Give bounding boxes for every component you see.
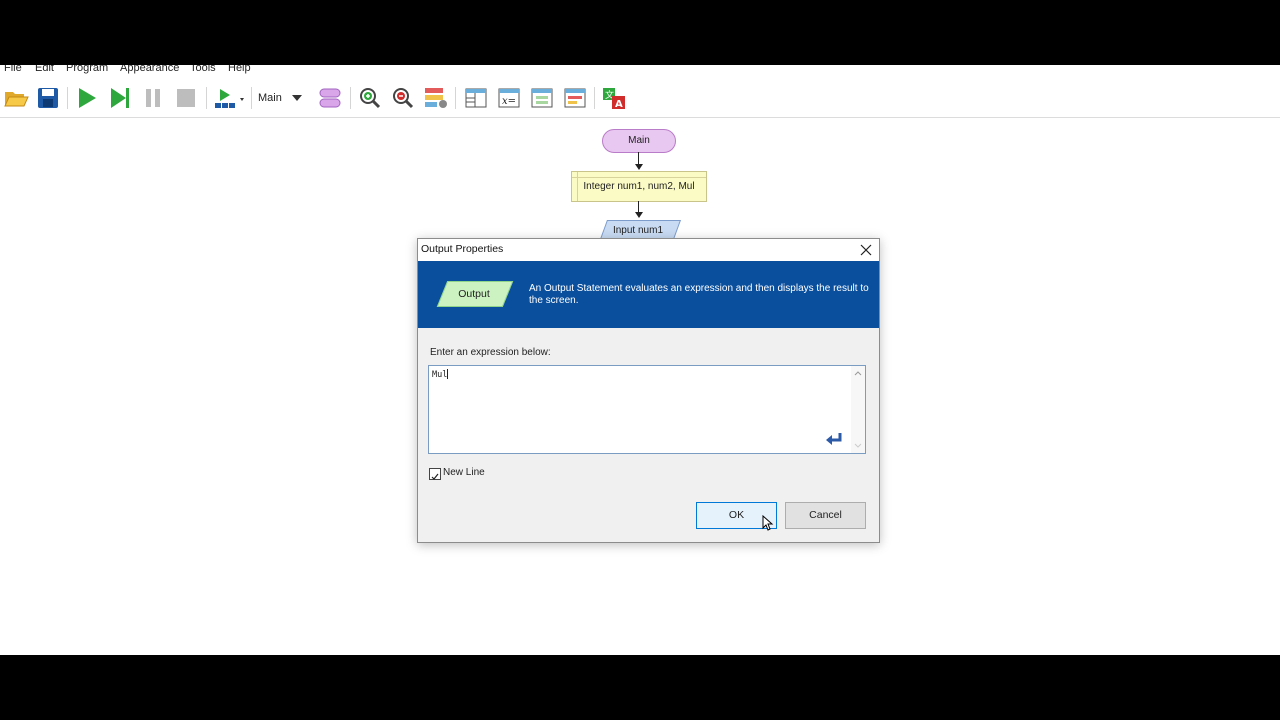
toolbar: Main x= 文A — [0, 81, 1280, 115]
output-panel-icon[interactable] — [528, 84, 556, 112]
newline-label[interactable]: New Line — [443, 467, 485, 478]
variables-panel-icon[interactable] — [462, 84, 490, 112]
cancel-button[interactable]: Cancel — [785, 502, 866, 529]
text-caret — [447, 369, 449, 379]
flowgorithm-window: File Edit Program Appearance Tools Help — [0, 65, 1280, 655]
menu-tools[interactable]: Tools — [190, 65, 216, 75]
function-selector-value: Main — [258, 92, 282, 104]
dialog-description: An Output Statement evaluates an express… — [529, 283, 869, 306]
flowchart-connector — [638, 152, 639, 164]
flowchart-start-shape[interactable]: Main — [602, 129, 676, 153]
arrow-down-icon — [635, 212, 643, 218]
chart-style-icon[interactable] — [422, 84, 450, 112]
close-icon[interactable] — [855, 239, 877, 261]
variable-watch-icon[interactable]: x= — [495, 84, 523, 112]
svg-text:A: A — [615, 99, 623, 110]
pause-icon[interactable] — [139, 84, 167, 112]
output-shape-label: Output — [458, 288, 490, 300]
output-properties-dialog: Output Properties Output An Output State… — [417, 238, 880, 543]
function-selector[interactable]: Main — [258, 89, 306, 107]
dialog-header: Output An Output Statement evaluates an … — [418, 261, 879, 328]
run-speed-icon[interactable] — [212, 84, 244, 112]
console-panel-icon[interactable] — [561, 84, 589, 112]
menu-file[interactable]: File — [4, 65, 22, 75]
zoom-out-icon[interactable] — [389, 84, 417, 112]
mouse-cursor-icon — [762, 514, 774, 531]
run-icon[interactable] — [73, 84, 101, 112]
open-folder-icon[interactable] — [2, 84, 30, 112]
menu-edit[interactable]: Edit — [35, 65, 54, 75]
chevron-down-icon — [292, 95, 302, 101]
menu-appearance[interactable]: Appearance — [120, 65, 179, 75]
expression-value: Mul — [432, 370, 448, 380]
step-icon[interactable] — [106, 84, 134, 112]
expression-scrollbar[interactable] — [851, 366, 865, 453]
svg-text:x=: x= — [502, 96, 516, 107]
expression-prompt: Enter an expression below: — [430, 347, 551, 358]
expression-input[interactable]: Mul — [428, 365, 866, 454]
menu-program[interactable]: Program — [66, 65, 108, 75]
stop-icon[interactable] — [172, 84, 200, 112]
layout-icon[interactable] — [317, 84, 345, 112]
enter-key-icon — [825, 432, 843, 446]
flowchart-declare-shape[interactable]: Integer num1, num2, Mul — [571, 171, 707, 202]
save-icon[interactable] — [34, 84, 62, 112]
declare-label: Integer num1, num2, Mul — [583, 181, 695, 192]
dialog-titlebar[interactable]: Output Properties — [418, 239, 879, 261]
newline-checkbox[interactable] — [429, 468, 441, 480]
arrow-down-icon — [635, 164, 643, 170]
dialog-title: Output Properties — [421, 243, 504, 255]
translate-icon[interactable]: 文A — [600, 84, 628, 112]
menu-help[interactable]: Help — [228, 65, 251, 75]
zoom-in-icon[interactable] — [356, 84, 384, 112]
